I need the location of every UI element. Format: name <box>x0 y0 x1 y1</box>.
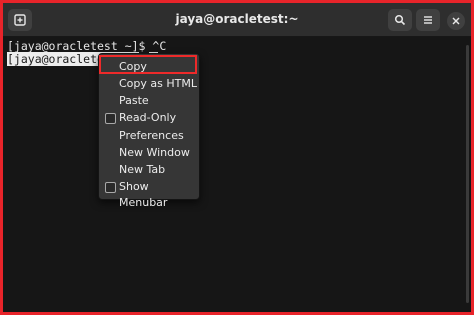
menu-item-label: Preferences <box>119 129 184 142</box>
menu-item-label: Read-Only <box>119 111 177 124</box>
menu-item-paste[interactable]: Paste <box>99 93 199 109</box>
menu-item-read-only[interactable]: Read-Only <box>99 110 199 126</box>
read-only-checkbox[interactable] <box>105 113 116 124</box>
menu-item-label: Paste <box>119 94 149 107</box>
show-menubar-checkbox[interactable] <box>105 182 116 193</box>
menu-item-label: New Tab <box>119 163 166 176</box>
terminal-output[interactable]: [jaya@oracletest ~]$ ^C [jaya@oracletest… <box>3 37 471 312</box>
menu-item-new-tab[interactable]: New Tab <box>99 162 199 178</box>
menu-item-label: Copy as HTML <box>119 77 197 90</box>
menu-item-new-window[interactable]: New Window <box>99 145 199 161</box>
search-button[interactable] <box>388 9 412 31</box>
menu-item-label: Show Menubar <box>119 180 168 209</box>
menu-item-copy-as-html[interactable]: Copy as HTML <box>99 76 199 92</box>
main-menu-button[interactable] <box>416 9 440 31</box>
scrollbar[interactable] <box>466 45 469 303</box>
menu-item-label: New Window <box>119 146 190 159</box>
context-menu: Copy Copy as HTML Paste Read-Only Prefer… <box>98 53 200 209</box>
close-icon <box>452 17 460 25</box>
title-bar: jaya@oracletest:~ <box>3 3 471 37</box>
hamburger-menu-icon <box>424 16 432 24</box>
menu-item-preferences[interactable]: Preferences <box>99 128 199 144</box>
menu-item-show-menubar[interactable]: Show Menubar <box>99 179 199 209</box>
search-icon <box>394 14 406 26</box>
terminal-window: jaya@oracletest:~ [jaya@oracletest ~]$ ^… <box>3 3 471 312</box>
copy-highlight-annotation <box>99 55 197 74</box>
close-button[interactable] <box>447 12 465 30</box>
